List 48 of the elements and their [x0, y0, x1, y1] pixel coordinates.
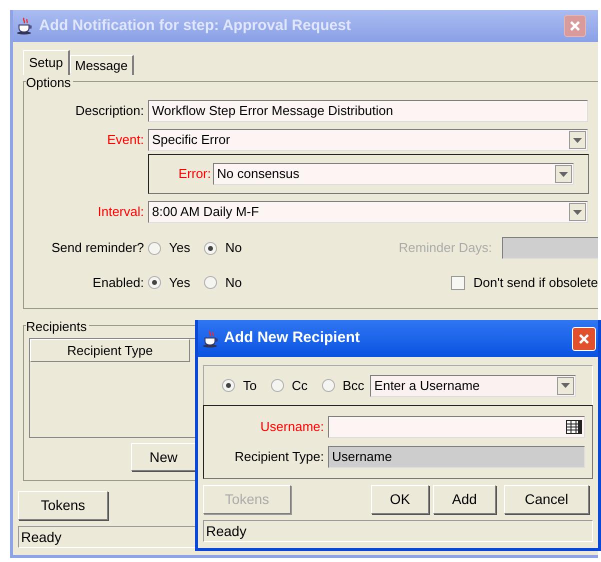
radio-button[interactable]: [270, 379, 284, 392]
coffee-cup-icon: [202, 330, 220, 348]
radio-label: No: [225, 274, 242, 292]
field-label: Error:: [178, 165, 212, 184]
field-label: Interval:: [96, 203, 145, 222]
radio-button[interactable]: [204, 276, 218, 290]
radio-button[interactable]: [148, 276, 161, 290]
checkbox[interactable]: [451, 276, 466, 290]
radio-button[interactable]: [148, 242, 161, 254]
radio-label: To: [243, 376, 257, 395]
group-legend: Options: [26, 73, 73, 92]
input-field[interactable]: [328, 416, 585, 438]
field-label: Description:: [74, 102, 145, 120]
tab[interactable]: Message: [70, 55, 134, 75]
field-label: Send reminder?: [50, 239, 145, 258]
field-label: Reminder Days:: [398, 239, 492, 258]
close-icon[interactable]: [578, 332, 590, 344]
dialog-title: Add New Recipient: [224, 328, 360, 348]
input-field[interactable]: Workflow Step Error Message Distribution: [148, 100, 588, 122]
tab[interactable]: Setup: [23, 50, 70, 75]
dropdown[interactable]: 8:00 AM Daily M-F: [148, 201, 588, 223]
cancel-button[interactable]: Cancel: [504, 485, 589, 514]
coffee-cup-icon: [16, 17, 34, 35]
radio-button[interactable]: [222, 379, 235, 392]
field-label: Recipient Type:: [234, 448, 325, 466]
checkbox-label: Don't send if obsolete: [473, 274, 598, 292]
radio-label: Bcc: [342, 376, 364, 395]
input-field: Username: [328, 446, 585, 468]
add-button[interactable]: Add: [433, 485, 496, 514]
status-bar: Ready: [203, 520, 593, 542]
ok-button[interactable]: OK: [371, 485, 429, 514]
error-dropdown[interactable]: No consensus: [213, 163, 574, 185]
radio-label: Yes: [169, 274, 190, 292]
column-header[interactable]: Recipient Type: [30, 339, 190, 362]
radio-label: No: [225, 239, 242, 258]
window-title: Add Notification for step: Approval Request: [39, 16, 351, 36]
dropdown[interactable]: Specific Error: [148, 129, 588, 151]
new-button[interactable]: New: [131, 443, 196, 471]
radio-button[interactable]: [322, 379, 335, 392]
radio-button[interactable]: [204, 242, 218, 254]
field-label: Event:: [106, 131, 145, 150]
radio-label: Yes: [169, 239, 190, 258]
tokens-button[interactable]: Tokens: [18, 491, 108, 520]
dropdown[interactable]: Enter a Username: [370, 374, 576, 396]
table-icon[interactable]: [566, 420, 582, 434]
field-label: Enabled:: [92, 274, 145, 292]
field-label: Username:: [259, 418, 325, 436]
radio-label: Cc: [292, 376, 308, 395]
